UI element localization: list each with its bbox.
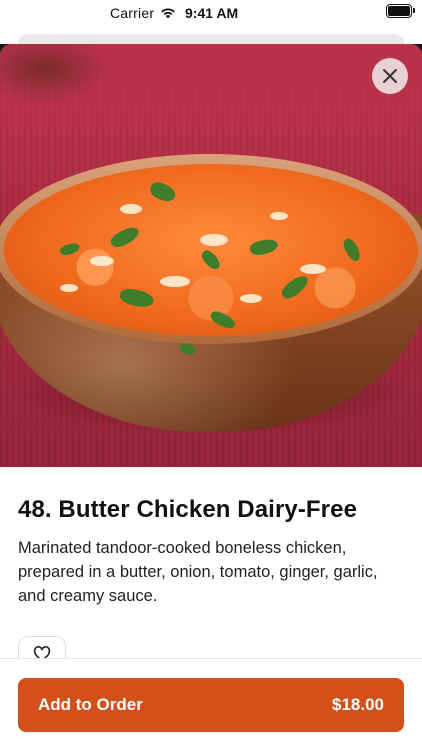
carrier-label: Carrier — [110, 5, 155, 21]
item-info: 48. Butter Chicken Dairy-Free Marinated … — [18, 496, 408, 608]
status-time: 9:41 AM — [185, 5, 239, 21]
wifi-icon — [161, 8, 175, 19]
carrier-group: Carrier — [110, 5, 176, 21]
close-icon — [383, 69, 397, 83]
item-detail-modal: 48. Butter Chicken Dairy-Free Marinated … — [0, 44, 422, 750]
price-label: $18.00 — [332, 695, 384, 714]
add-to-order-button[interactable]: Add to Order $18.00 — [18, 678, 404, 732]
item-description: Marinated tandoor-cooked boneless chicke… — [18, 539, 378, 605]
footer-divider — [0, 658, 422, 659]
close-button[interactable] — [372, 58, 408, 94]
battery-icon — [386, 4, 415, 18]
add-to-order-label: Add to Order — [38, 695, 143, 714]
item-title: 48. Butter Chicken Dairy-Free — [18, 496, 358, 523]
butter-chicken-photo — [0, 44, 422, 467]
